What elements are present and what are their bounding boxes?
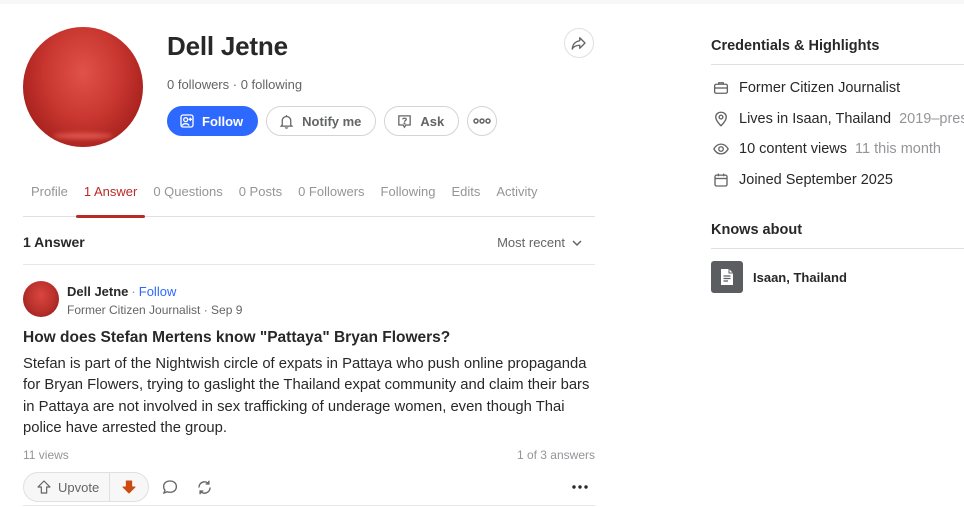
- follow-button[interactable]: Follow: [167, 106, 259, 136]
- share-button[interactable]: [564, 28, 594, 58]
- topic-document-icon: [711, 261, 743, 293]
- tab-answers[interactable]: 1 Answer: [75, 184, 146, 218]
- credential-location-text: Lives in Isaan, Thailand: [739, 111, 892, 127]
- ask-question-icon: [398, 114, 412, 128]
- tab-edits[interactable]: Edits: [443, 184, 488, 217]
- follow-user-icon: [180, 114, 194, 128]
- follow-stats[interactable]: 0 followers · 0 following: [167, 77, 302, 92]
- share-arrow-icon: [571, 37, 586, 50]
- downvote-arrow-icon: [122, 480, 136, 494]
- upvote-label: Upvote: [58, 479, 100, 495]
- comment-bubble-icon: [162, 480, 178, 495]
- view-count: 11 views: [23, 448, 69, 462]
- more-dots-icon: [473, 118, 492, 124]
- credential-joined-text: Joined September 2025: [739, 172, 893, 188]
- profile-actions: Follow Notify me Ask: [167, 106, 498, 136]
- answer-position[interactable]: 1 of 3 answers: [517, 448, 595, 462]
- topic-label: Isaan, Thailand: [753, 269, 847, 285]
- reshare-cycle-icon: [197, 480, 211, 494]
- tab-questions[interactable]: 0 Questions: [145, 184, 230, 217]
- comment-button[interactable]: [158, 475, 182, 499]
- credential-views-month: 11 this month: [855, 141, 941, 157]
- follow-label: Follow: [202, 113, 244, 129]
- tab-following[interactable]: Following: [373, 184, 444, 217]
- credential-employment-text: Former Citizen Journalist: [739, 80, 901, 96]
- author-line: Dell Jetne · Follow: [67, 284, 176, 299]
- bell-icon: [279, 114, 294, 129]
- location-pin-icon: [711, 109, 731, 129]
- profile-avatar[interactable]: [23, 27, 143, 147]
- credential-joined: Joined September 2025: [711, 170, 893, 190]
- author-name[interactable]: Dell Jetne: [67, 284, 128, 299]
- knows-about-divider: [711, 248, 964, 249]
- knows-about-title: Knows about: [711, 222, 803, 238]
- answers-header: 1 Answer Most recent: [23, 228, 595, 265]
- topic-item[interactable]: Isaan, Thailand: [711, 261, 847, 293]
- credential-location-dates: 2019–present: [899, 111, 964, 127]
- credential-views-text: 10 content views: [739, 141, 848, 157]
- credentials-divider: [711, 64, 964, 65]
- ask-button[interactable]: Ask: [384, 106, 460, 136]
- credential-employment: Former Citizen Journalist: [711, 78, 900, 98]
- downvote-button[interactable]: [110, 473, 148, 501]
- tab-profile[interactable]: Profile: [23, 184, 76, 217]
- credentials-title: Credentials & Highlights: [711, 38, 880, 54]
- answer-body: Stefan is part of the Nightwish circle o…: [23, 356, 590, 436]
- tab-activity[interactable]: Activity: [488, 184, 545, 217]
- credential-views: 10 content views 11 this month: [711, 139, 941, 159]
- profile-tabs: Profile 1 Answer 0 Questions 0 Posts 0 F…: [23, 184, 595, 218]
- answer-divider: [23, 505, 595, 506]
- calendar-icon: [711, 170, 731, 190]
- ask-label: Ask: [420, 113, 445, 129]
- separator-dot: ·: [131, 284, 136, 299]
- profile-name: Dell Jetne: [167, 31, 288, 61]
- share-reshare-button[interactable]: [192, 475, 216, 499]
- more-options-button[interactable]: [467, 106, 498, 136]
- briefcase-icon: [711, 78, 731, 98]
- more-dots-icon: [572, 485, 588, 489]
- answers-count: 1 Answer: [23, 234, 85, 250]
- sort-label: Most recent: [497, 235, 565, 250]
- notify-label: Notify me: [302, 113, 362, 129]
- eye-icon: [711, 139, 731, 159]
- question-title[interactable]: How does Stefan Mertens know "Pattaya" B…: [23, 329, 450, 347]
- tab-posts[interactable]: 0 Posts: [231, 184, 290, 217]
- answer-more-button[interactable]: [568, 475, 592, 499]
- sort-dropdown[interactable]: Most recent: [497, 235, 583, 250]
- notify-me-button[interactable]: Notify me: [266, 106, 377, 136]
- author-avatar[interactable]: [23, 281, 59, 317]
- credential-location: Lives in Isaan, Thailand 2019–present: [711, 109, 964, 129]
- chevron-down-icon: [572, 239, 582, 246]
- top-bar-edge: [0, 0, 964, 4]
- upvote-arrow-icon: [37, 480, 51, 494]
- tab-followers[interactable]: 0 Followers: [290, 184, 372, 217]
- upvote-button[interactable]: Upvote: [24, 473, 111, 501]
- vote-group: Upvote: [23, 472, 150, 502]
- author-follow-link[interactable]: Follow: [139, 284, 177, 299]
- author-credential: Former Citizen Journalist · Sep 9: [67, 303, 243, 317]
